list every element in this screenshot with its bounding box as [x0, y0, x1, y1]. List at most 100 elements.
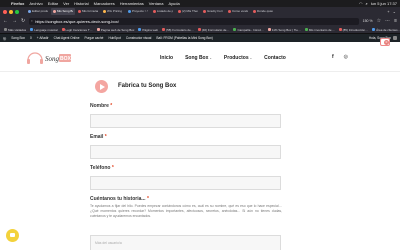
url-field[interactable]: ▪ https://songbox.es/que-quieres-decir-s…	[29, 17, 359, 25]
new-tab-icon[interactable]: +	[387, 9, 389, 14]
bookmark-item[interactable]: Pagina web de Song Box	[96, 28, 134, 32]
reload-icon[interactable]: ↻	[21, 18, 25, 24]
admin-hubspot[interactable]: HubSpot	[108, 36, 120, 40]
svg-text:Song: Song	[45, 55, 60, 63]
browser-tab[interactable]: Wix Pricing | Choose…	[101, 8, 125, 15]
nav-contacto[interactable]: Contacto	[264, 55, 286, 61]
story-label: Cuéntanos tu historia... *	[90, 196, 149, 202]
bookmark-label: Mis inventario de…	[308, 27, 335, 32]
admin-add-new[interactable]: + Añadir	[37, 36, 49, 40]
menu-historial[interactable]: Historial	[74, 0, 88, 7]
wordpress-icon[interactable]: Ⓦ	[3, 36, 6, 41]
browser-tab[interactable]: (2) Mis Theme Editor…	[176, 8, 200, 15]
tab-favicon-icon	[103, 10, 106, 13]
browser-tab[interactable]: Listado de páginas…	[151, 8, 175, 15]
menu-ventana[interactable]: Ventana	[149, 0, 164, 7]
nav-song-box[interactable]: Song Box⌄	[185, 55, 212, 61]
svg-text:BOX: BOX	[60, 56, 72, 62]
chat-bubble-icon[interactable]	[6, 229, 19, 242]
zoom-window-button[interactable]	[15, 10, 19, 14]
browser-tab[interactable]: Gravity Forms…	[201, 8, 225, 15]
social-links: f ◎	[332, 54, 348, 60]
bookmarks-bar: Más visitados Lenguaje musical Legit Canci…	[0, 26, 400, 34]
bookmark-favicon-icon	[338, 28, 342, 31]
bookmark-favicon-icon	[372, 28, 376, 31]
bookmark-favicon-icon	[162, 28, 166, 31]
browser-tab[interactable]: Mis formularios | Son…	[76, 8, 100, 15]
nav-contacto-label: Contacto	[264, 55, 286, 61]
instagram-icon[interactable]: ◎	[344, 54, 348, 60]
bookmark-item[interactable]: (46) Formulario de…	[197, 27, 230, 32]
menu-ver[interactable]: Ver	[63, 0, 69, 7]
bookmark-item[interactable]: (85) Introducción…	[338, 28, 368, 32]
url-text: https://songbox.es/que-quieres-decir-son…	[35, 18, 119, 24]
nav-productos-label: Productos	[223, 55, 249, 61]
browser-tab[interactable]: Cómo vender a través…	[226, 8, 250, 15]
admin-visual-builder[interactable]: Constructor visual	[126, 36, 152, 40]
song-box-logo[interactable]: Song BOX	[26, 47, 72, 67]
story-textarea[interactable]: Más del usuario/a	[90, 235, 281, 250]
avatar[interactable]	[393, 36, 397, 40]
bookmark-favicon-icon	[61, 28, 65, 31]
nav-productos[interactable]: Productos⌄	[224, 55, 252, 61]
minimize-window-button[interactable]	[9, 10, 13, 14]
admin-site-name[interactable]: Song Box	[11, 36, 25, 40]
bookmark-favicon-icon	[233, 28, 237, 31]
bookmark-item[interactable]: 11% Song Box | Tie…	[267, 28, 301, 32]
facebook-icon[interactable]: f	[332, 54, 334, 60]
cart-count-badge: 0	[384, 40, 389, 45]
play-icon[interactable]	[95, 80, 108, 93]
name-label-text: Nombre	[90, 103, 109, 109]
bookmark-item[interactable]: Lenguaje musical	[30, 28, 58, 32]
bookmark-item[interactable]: Legit Canciones T…	[61, 28, 93, 32]
lock-icon[interactable]: ▪	[31, 18, 32, 25]
bookmark-label: (46) Formulario de…	[201, 27, 230, 32]
comments-count[interactable]: 0	[30, 36, 32, 40]
admin-chat-agent[interactable]: Chat Agent Online	[54, 36, 80, 40]
menu-editar[interactable]: Editar	[48, 0, 58, 7]
browser-tab[interactable]: Proyecto > Song Box…	[126, 8, 150, 15]
menu-icon[interactable]: ≡	[394, 18, 397, 24]
tab-label: Proyecto > Song Box…	[132, 9, 148, 13]
app-name[interactable]: Firefox	[11, 0, 24, 7]
bookmark-item[interactable]: (58) Formulario de…	[162, 28, 194, 32]
browser-tab[interactable]: Editar producto «Son…	[26, 8, 50, 15]
menu-herramientas[interactable]: Herramientas	[120, 0, 144, 7]
list-tabs-icon[interactable]: ⌄	[393, 9, 396, 14]
required-mark: *	[104, 134, 107, 140]
bookmark-item[interactable]: Mis inventario de…	[304, 27, 335, 32]
back-icon[interactable]: ←	[3, 18, 8, 24]
tab-label: Listado de páginas…	[157, 9, 173, 13]
email-field[interactable]	[90, 145, 281, 159]
tab-label: Editar producto «Son…	[32, 9, 48, 13]
menu-marcadores[interactable]: Marcadores	[94, 0, 115, 7]
bookmark-item[interactable]: Campaña - Introd…	[233, 27, 264, 32]
wifi-icon[interactable]: ◠	[359, 0, 363, 7]
tab-favicon-icon	[203, 10, 206, 13]
name-label: Nombre *	[90, 103, 112, 109]
clock[interactable]: lun 5 jun 17:37	[371, 0, 397, 7]
extensions-icon[interactable]: ⋯	[385, 18, 390, 24]
phone-input[interactable]	[90, 176, 281, 190]
nav-inicio[interactable]: Inicio	[160, 55, 173, 61]
browser-tab[interactable]: Mis Song Box | Song…	[51, 8, 75, 15]
forward-icon[interactable]: →	[12, 18, 17, 24]
admin-purge-cache[interactable]: Purgar caché	[84, 36, 103, 40]
close-window-button[interactable]	[3, 10, 7, 14]
menu-archivo[interactable]: Archivo	[29, 0, 42, 7]
bookmark-item[interactable]: Página web	[138, 28, 158, 32]
bookmark-favicon-icon	[96, 28, 100, 31]
browser-tab[interactable]: Dónde quiero vender…	[251, 8, 275, 15]
star-icon[interactable]: ☆	[377, 18, 381, 24]
menu-ayuda[interactable]: Ayuda	[168, 0, 179, 7]
bookmark-label: Campaña - Introd…	[237, 27, 264, 32]
bookmark-item[interactable]: Área de clientes - G…	[372, 28, 400, 32]
search-icon[interactable]: ⌕	[366, 0, 368, 7]
bookmark-favicon-icon	[267, 28, 271, 31]
admin-ball-from[interactable]: Ball: FROM (Pabellas la Mini Song Box)	[156, 36, 213, 40]
tab-favicon-icon	[153, 10, 156, 13]
zoom-level[interactable]: 150 %	[363, 19, 373, 23]
bookmark-favicon-icon	[304, 28, 308, 31]
bookmark-item[interactable]: Más visitados	[4, 28, 26, 32]
name-input[interactable]	[90, 114, 281, 128]
